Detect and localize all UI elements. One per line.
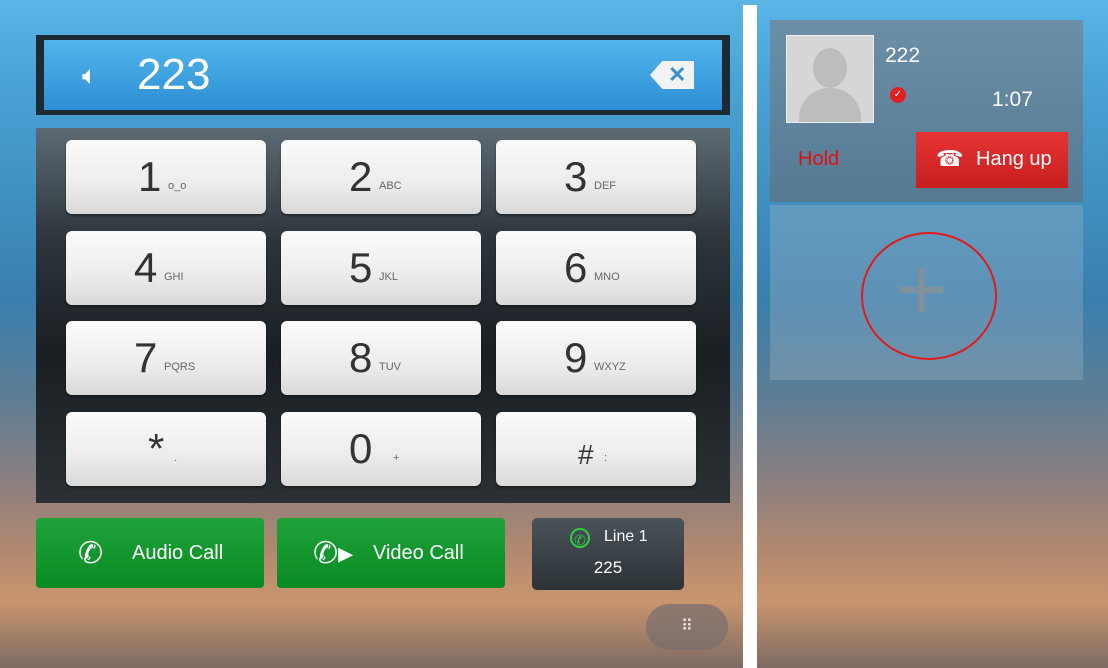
key-3[interactable]: 3 DEF xyxy=(496,140,696,214)
key-digit: 3 xyxy=(564,153,588,200)
key-letters: PQRS xyxy=(164,361,196,373)
hang-up-icon: ☎ xyxy=(936,146,964,171)
call-status-icon: ✓ xyxy=(890,87,906,103)
key-letters: GHI xyxy=(164,271,184,283)
call-timer: 1:07 xyxy=(992,88,1033,111)
hang-up-button[interactable]: ☎ Hang up xyxy=(916,132,1068,188)
line-number: 225 xyxy=(593,558,623,577)
key-hash[interactable]: # : xyxy=(496,412,696,486)
key-digit: 9 xyxy=(564,334,588,381)
key-digit: 8 xyxy=(349,334,373,381)
line-phone-icon: ✆ xyxy=(570,528,590,548)
key-digit: 0 xyxy=(349,425,373,472)
line-button[interactable]: ✆ Line 1 225 xyxy=(532,518,684,590)
key-star[interactable]: * . xyxy=(66,412,266,486)
key-letters: TUV xyxy=(379,361,401,373)
avatar-head xyxy=(813,48,847,88)
phone-icon: ✆ xyxy=(78,537,104,570)
key-letters: ABC xyxy=(379,180,402,192)
key-digit: 6 xyxy=(564,244,588,291)
key-letters: o_o xyxy=(168,180,187,192)
hold-button[interactable]: Hold xyxy=(798,148,839,171)
key-letters: . xyxy=(174,452,178,464)
backspace-icon[interactable]: ✕ xyxy=(650,61,694,89)
video-call-icon: ✆▸ xyxy=(313,537,354,570)
key-9[interactable]: 9 WXYZ xyxy=(496,321,696,395)
key-letters: JKL xyxy=(379,271,398,283)
key-4[interactable]: 4 GHI xyxy=(66,231,266,305)
key-digit: 1 xyxy=(138,153,162,200)
video-call-label: Video Call xyxy=(373,542,464,564)
dialed-number: 223 xyxy=(137,50,211,99)
key-1[interactable]: 1 o_o xyxy=(66,140,266,214)
dial-display: 🔈︎ 223 ✕ xyxy=(36,35,730,115)
key-letters: DEF xyxy=(594,180,616,192)
key-8[interactable]: 8 TUV xyxy=(281,321,481,395)
key-letters: + xyxy=(393,452,400,464)
key-0[interactable]: 0 + xyxy=(281,412,481,486)
line-label: Line 1 xyxy=(604,528,648,545)
key-2[interactable]: 2 ABC xyxy=(281,140,481,214)
key-6[interactable]: 6 MNO xyxy=(496,231,696,305)
dial-display-field[interactable]: 🔈︎ 223 ✕ xyxy=(44,40,722,110)
panel-divider xyxy=(743,5,757,668)
hang-up-label: Hang up xyxy=(976,148,1052,170)
key-letters: WXYZ xyxy=(594,361,626,373)
key-digit: 4 xyxy=(134,244,158,291)
key-letters: : xyxy=(604,452,608,464)
keyboard-toggle-icon[interactable]: ⠿ xyxy=(646,604,728,650)
speaker-icon[interactable]: 🔈︎ xyxy=(82,62,98,88)
audio-call-label: Audio Call xyxy=(132,542,224,564)
video-call-button[interactable]: ✆▸ Video Call xyxy=(277,518,505,588)
avatar xyxy=(786,35,874,123)
active-call-card[interactable]: 222 ✓ 1:07 Hold ☎ Hang up xyxy=(770,20,1083,202)
key-digit: # xyxy=(578,439,594,470)
caller-number: 222 xyxy=(885,44,921,67)
highlight-circle xyxy=(861,232,997,360)
audio-call-button[interactable]: ✆ Audio Call xyxy=(36,518,264,588)
key-digit: * xyxy=(148,425,165,472)
key-7[interactable]: 7 PQRS xyxy=(66,321,266,395)
keypad: 1 o_o 2 ABC 3 DEF 4 GHI 5 JKL 6 MNO 7 PQ… xyxy=(36,128,730,503)
key-digit: 7 xyxy=(134,334,158,381)
key-digit: 5 xyxy=(349,244,373,291)
key-digit: 2 xyxy=(349,153,373,200)
key-5[interactable]: 5 JKL xyxy=(281,231,481,305)
avatar-body xyxy=(799,88,861,122)
key-letters: MNO xyxy=(594,271,620,283)
